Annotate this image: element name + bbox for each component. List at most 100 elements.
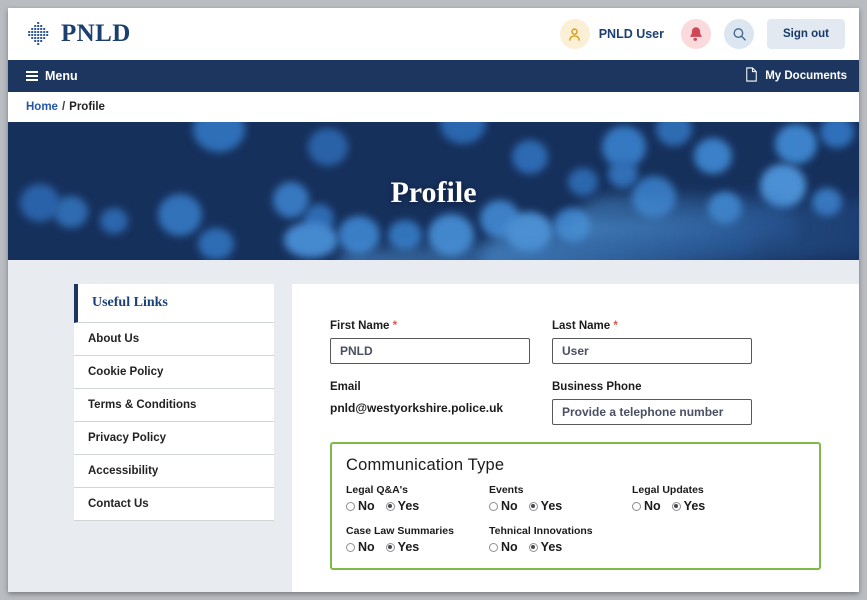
radio-group-spacer xyxy=(632,525,775,554)
radio-group-label: Events xyxy=(489,484,524,496)
notification-bell-icon[interactable] xyxy=(681,19,711,49)
logo-wordmark: PNLD xyxy=(61,20,131,47)
email-label: Email xyxy=(330,381,361,393)
sidebar-item-contact-us[interactable]: Contact Us xyxy=(74,488,274,521)
breadcrumb-home-link[interactable]: Home xyxy=(26,101,58,113)
radio-label: No xyxy=(501,540,518,554)
first-name-label-text: First Name xyxy=(330,320,390,332)
my-documents-button[interactable]: My Documents xyxy=(745,67,847,85)
first-name-label: First Name * xyxy=(330,320,530,332)
menu-button[interactable]: Menu xyxy=(26,69,78,83)
radio-circle-selected-icon xyxy=(385,542,395,552)
radio-options: No Yes xyxy=(346,540,489,554)
user-name-label: PNLD User xyxy=(598,27,664,41)
last-name-label-text: Last Name xyxy=(552,320,611,332)
site-header: PNLD PNLD User Sign out xyxy=(8,8,859,60)
communication-row-2: Case Law Summaries No Yes Tehnical Innov… xyxy=(346,525,805,554)
page-title: Profile xyxy=(390,176,477,209)
last-name-input[interactable] xyxy=(552,338,752,364)
radio-circle-icon xyxy=(489,501,498,511)
email-value: pnld@westyorkshire.police.uk xyxy=(330,401,504,415)
radio-label: No xyxy=(501,499,518,513)
radio-circle-selected-icon xyxy=(385,501,395,511)
breadcrumb-separator: / xyxy=(61,101,66,113)
required-asterisk: * xyxy=(613,320,618,332)
first-name-field-group: First Name * xyxy=(330,320,530,364)
radio-circle-icon xyxy=(489,542,498,552)
radio-label: No xyxy=(644,499,661,513)
business-phone-label: Business Phone xyxy=(552,381,642,393)
radio-events-no[interactable]: No xyxy=(489,499,518,513)
radio-group-label: Tehnical Innovations xyxy=(489,525,593,537)
menu-button-label: Menu xyxy=(45,69,78,83)
site-logo[interactable]: PNLD xyxy=(26,20,131,48)
sidebar-heading: Useful Links xyxy=(74,284,274,323)
radio-circle-icon xyxy=(632,501,641,511)
radio-options: No Yes xyxy=(346,499,489,513)
radio-label: Yes xyxy=(540,499,563,513)
radio-options: No Yes xyxy=(632,499,775,513)
search-icon[interactable] xyxy=(724,19,754,49)
bokeh-light xyxy=(308,128,348,166)
radio-label: Yes xyxy=(397,499,420,513)
bokeh-light xyxy=(100,208,128,234)
page-body: Useful Links About Us Cookie Policy Term… xyxy=(8,260,859,592)
communication-type-title: Communication Type xyxy=(346,456,505,474)
bokeh-light xyxy=(775,124,817,164)
sidebar-item-privacy-policy[interactable]: Privacy Policy xyxy=(74,422,274,455)
hamburger-menu-icon xyxy=(26,71,38,81)
radio-events-yes[interactable]: Yes xyxy=(528,499,563,513)
radio-label: No xyxy=(358,540,375,554)
radio-group-label: Case Law Summaries xyxy=(346,525,454,537)
main-navigation-bar: Menu My Documents xyxy=(8,60,859,92)
email-field-group: Email pnld@westyorkshire.police.uk xyxy=(330,381,530,425)
last-name-label: Last Name * xyxy=(552,320,752,332)
sidebar-item-terms-conditions[interactable]: Terms & Conditions xyxy=(74,389,274,422)
radio-options: No Yes xyxy=(489,499,632,513)
bokeh-light xyxy=(656,122,692,146)
bokeh-light xyxy=(694,138,732,174)
radio-case-law-yes[interactable]: Yes xyxy=(385,540,419,554)
bokeh-light xyxy=(193,122,245,152)
sidebar-item-about-us[interactable]: About Us xyxy=(74,323,274,356)
radio-group-label: Legal Q&A's xyxy=(346,484,409,496)
radio-technical-yes[interactable]: Yes xyxy=(528,540,562,554)
radio-circle-selected-icon xyxy=(528,542,538,552)
bokeh-light xyxy=(512,140,548,174)
radio-group-legal-qas: Legal Q&A's No Yes xyxy=(346,484,489,513)
breadcrumb: Home / Profile xyxy=(8,92,859,122)
business-phone-field-group: Business Phone xyxy=(552,381,752,425)
radio-group-case-law-summaries: Case Law Summaries No Yes xyxy=(346,525,489,554)
radio-options: No Yes xyxy=(489,540,632,554)
radio-label: No xyxy=(358,499,375,513)
radio-label: Yes xyxy=(683,499,706,513)
radio-technical-no[interactable]: No xyxy=(489,540,518,554)
header-actions: PNLD User Sign out xyxy=(559,19,845,49)
radio-legal-qas-yes[interactable]: Yes xyxy=(385,499,420,513)
business-phone-input[interactable] xyxy=(552,399,752,425)
sign-out-button[interactable]: Sign out xyxy=(767,19,845,49)
breadcrumb-current-page: Profile xyxy=(69,101,105,113)
sidebar-item-cookie-policy[interactable]: Cookie Policy xyxy=(74,356,274,389)
radio-case-law-no[interactable]: No xyxy=(346,540,375,554)
last-name-field-group: Last Name * xyxy=(552,320,752,364)
useful-links-sidebar: Useful Links About Us Cookie Policy Term… xyxy=(74,284,274,592)
radio-legal-updates-yes[interactable]: Yes xyxy=(671,499,706,513)
radio-legal-updates-no[interactable]: No xyxy=(632,499,661,513)
name-fields-row: First Name * Last Name * xyxy=(330,320,821,364)
radio-circle-selected-icon xyxy=(528,501,538,511)
person-icon[interactable] xyxy=(559,19,590,49)
radio-group-technical-innovations: Tehnical Innovations No Yes xyxy=(489,525,632,554)
hero-banner: Profile xyxy=(8,122,859,260)
sidebar-item-accessibility[interactable]: Accessibility xyxy=(74,455,274,488)
radio-circle-selected-icon xyxy=(671,501,681,511)
browser-viewport: PNLD PNLD User Sign out Menu My Document… xyxy=(8,8,859,592)
radio-circle-icon xyxy=(346,542,355,552)
first-name-input[interactable] xyxy=(330,338,530,364)
bokeh-light xyxy=(820,122,854,148)
radio-group-legal-updates: Legal Updates No Yes xyxy=(632,484,775,513)
radio-legal-qas-no[interactable]: No xyxy=(346,499,375,513)
bokeh-light xyxy=(198,228,234,260)
radio-group-events: Events No Yes xyxy=(489,484,632,513)
radio-circle-icon xyxy=(346,501,355,511)
